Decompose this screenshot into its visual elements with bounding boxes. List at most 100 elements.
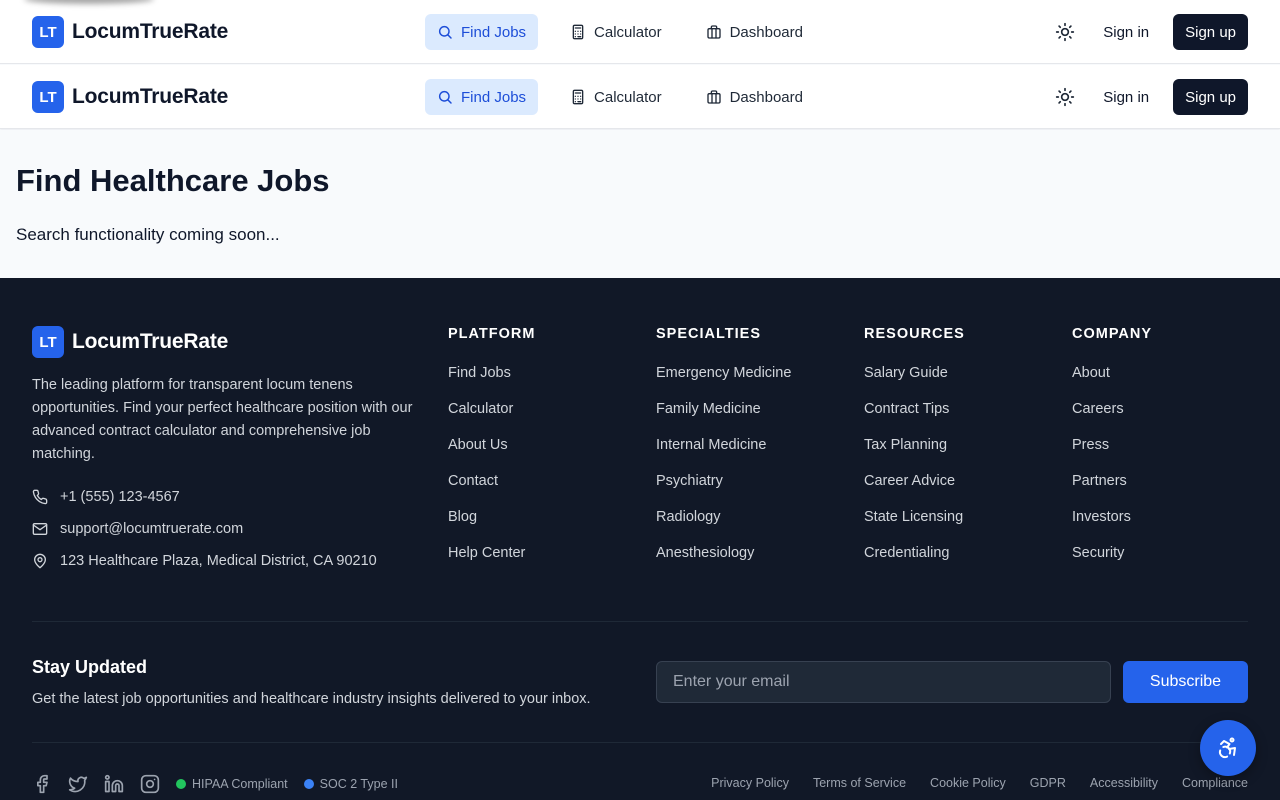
hipaa-badge: HIPAA Compliant: [176, 777, 288, 791]
nav-actions: Sign in Sign up: [1047, 79, 1248, 115]
footer-link[interactable]: Tax Planning: [864, 437, 1064, 473]
theme-toggle-button[interactable]: [1047, 14, 1083, 50]
footer-link[interactable]: Radiology: [656, 509, 856, 545]
logo-badge: LT: [32, 16, 64, 48]
footer-link[interactable]: About: [1072, 365, 1272, 401]
nav-dashboard[interactable]: Dashboard: [694, 14, 815, 50]
sign-up-button[interactable]: Sign up: [1173, 79, 1248, 115]
footer-link[interactable]: Partners: [1072, 473, 1272, 509]
nav-find-jobs-label: Find Jobs: [461, 23, 527, 41]
theme-toggle-button[interactable]: [1047, 79, 1083, 115]
sign-up-button[interactable]: Sign up: [1173, 14, 1248, 50]
footer-link[interactable]: Credentialing: [864, 545, 1064, 581]
footer-link[interactable]: Internal Medicine: [656, 437, 856, 473]
footer-column-heading: RESOURCES: [864, 326, 965, 342]
hipaa-badge-label: HIPAA Compliant: [192, 777, 288, 791]
brand-name: LocumTrueRate: [72, 85, 229, 108]
newsletter-subtitle: Get the latest job opportunities and hea…: [32, 691, 591, 707]
footer-brand[interactable]: LT LocumTrueRate: [32, 326, 228, 358]
nav-find-jobs[interactable]: Find Jobs: [425, 79, 539, 115]
footer-link[interactable]: Emergency Medicine: [656, 365, 856, 401]
nav-calculator-label: Calculator: [594, 88, 662, 106]
page-title: Find Healthcare Jobs: [16, 163, 330, 198]
sign-in-link[interactable]: Sign in: [1103, 24, 1149, 41]
subscribe-button[interactable]: Subscribe: [1123, 661, 1248, 703]
twitter-icon[interactable]: [68, 774, 88, 794]
nav-calculator[interactable]: Calculator: [558, 79, 674, 115]
calculator-icon: [572, 24, 584, 40]
linkedin-icon[interactable]: [104, 774, 124, 794]
footer-link[interactable]: Investors: [1072, 509, 1272, 545]
social-links: HIPAA Compliant SOC 2 Type II: [32, 774, 414, 794]
contact-phone-text: +1 (555) 123-4567: [60, 489, 180, 505]
nav-dashboard[interactable]: Dashboard: [694, 79, 815, 115]
footer-link[interactable]: Anesthesiology: [656, 545, 856, 581]
nav-calculator-label: Calculator: [594, 23, 662, 41]
footer-link[interactable]: Salary Guide: [864, 365, 1064, 401]
brand-logo[interactable]: LT LocumTrueRate: [32, 81, 228, 113]
footer-link[interactable]: Family Medicine: [656, 401, 856, 437]
overlay-shadow: [24, 0, 154, 4]
phone-icon: [32, 489, 48, 505]
status-dot: [176, 779, 186, 789]
compliance-link[interactable]: Compliance: [1182, 776, 1248, 790]
footer-link[interactable]: Security: [1072, 545, 1272, 581]
facebook-icon[interactable]: [32, 774, 52, 794]
map-pin-icon: [34, 553, 46, 569]
footer-column-heading: COMPANY: [1072, 326, 1153, 342]
sun-icon: [1056, 87, 1075, 107]
logo-badge: LT: [32, 81, 64, 113]
footer-description: The leading platform for transparent loc…: [32, 377, 413, 462]
footer-link[interactable]: Press: [1072, 437, 1272, 473]
nav-calculator[interactable]: Calculator: [558, 14, 674, 50]
briefcase-icon: [706, 25, 721, 39]
sign-in-link[interactable]: Sign in: [1103, 89, 1149, 106]
footer-link[interactable]: Contract Tips: [864, 401, 1064, 437]
briefcase-icon: [706, 90, 721, 104]
newsletter-email-input[interactable]: [656, 661, 1111, 703]
footer-link[interactable]: Find Jobs: [448, 365, 648, 401]
top-navbar: LT LocumTrueRate Find Jobs Calculator Da…: [0, 0, 1280, 64]
mail-icon: [32, 523, 48, 535]
footer-link[interactable]: Careers: [1072, 401, 1272, 437]
status-dot: [303, 779, 314, 789]
soc2-badge-label: SOC 2 Type II: [319, 777, 398, 791]
newsletter-title: Stay Updated: [32, 657, 148, 677]
legal-links: Privacy Policy Terms of Service Cookie P…: [687, 776, 1248, 790]
privacy-policy-link[interactable]: Privacy Policy: [711, 776, 789, 790]
footer-link[interactable]: State Licensing: [864, 509, 1064, 545]
footer-link[interactable]: Psychiatry: [656, 473, 856, 509]
accessibility-link[interactable]: Accessibility: [1090, 776, 1158, 790]
footer-link[interactable]: About Us: [448, 437, 648, 473]
nav-dashboard-label: Dashboard: [729, 88, 803, 106]
instagram-icon[interactable]: [140, 774, 160, 794]
logo-badge: LT: [32, 326, 64, 358]
cookie-policy-link[interactable]: Cookie Policy: [930, 776, 1006, 790]
nav-actions: Sign in Sign up: [1047, 14, 1248, 50]
contact-email[interactable]: support@locumtruerate.com: [32, 521, 243, 537]
main-nav: Find Jobs Calculator Dashboard: [425, 79, 835, 115]
contact-address-text: 123 Healthcare Plaza, Medical District, …: [60, 553, 377, 569]
footer-link[interactable]: Help Center: [448, 545, 648, 581]
footer-link[interactable]: Career Advice: [864, 473, 1064, 509]
footer-column-heading: SPECIALTIES: [656, 326, 761, 342]
sticky-navbar: LT LocumTrueRate Find Jobs Calculator Da…: [0, 65, 1280, 129]
accessibility-icon: [1218, 737, 1236, 759]
brand-logo[interactable]: LT LocumTrueRate: [32, 16, 228, 48]
contact-phone[interactable]: +1 (555) 123-4567: [32, 489, 180, 505]
site-footer: LT LocumTrueRate The leading platform fo…: [0, 278, 1280, 800]
contact-email-text: support@locumtruerate.com: [60, 521, 244, 537]
footer-column-specialties: SPECIALTIES Emergency Medicine Family Me…: [656, 326, 856, 581]
search-icon: [438, 25, 452, 39]
footer-link[interactable]: Contact: [448, 473, 648, 509]
footer-column-heading: PLATFORM: [448, 326, 536, 342]
footer-divider: [32, 621, 1248, 622]
gdpr-link[interactable]: GDPR: [1030, 776, 1066, 790]
footer-link[interactable]: Blog: [448, 509, 648, 545]
footer-link[interactable]: Calculator: [448, 401, 648, 437]
nav-find-jobs[interactable]: Find Jobs: [425, 14, 539, 50]
footer-column-company: COMPANY About Careers Press Partners Inv…: [1072, 326, 1272, 581]
accessibility-button[interactable]: [1200, 720, 1256, 776]
terms-link[interactable]: Terms of Service: [813, 776, 906, 790]
brand-name: LocumTrueRate: [72, 330, 229, 353]
